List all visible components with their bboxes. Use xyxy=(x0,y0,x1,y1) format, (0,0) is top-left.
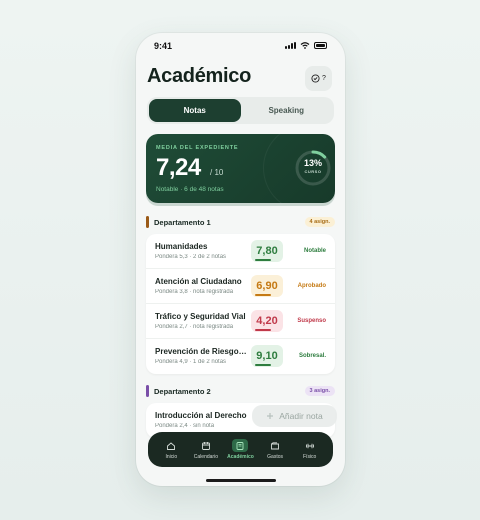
progress-label: CURSO xyxy=(304,169,322,174)
subject-name: Tráfico y Seguridad Vial xyxy=(155,312,246,321)
status-time: 9:41 xyxy=(154,41,173,51)
tab-gastos[interactable]: Gastos xyxy=(258,440,292,460)
subject-detail: Pondera 2,7 · nota registrada xyxy=(155,324,234,330)
average-max: / 10 xyxy=(210,168,224,177)
status-bar: 9:41 xyxy=(136,33,345,59)
subject-detail: Pondera 3,8 · nota registrada xyxy=(155,289,234,295)
subject-row[interactable]: Humanidades Pondera 5,3 · 2 de 2 notas 7… xyxy=(146,234,335,269)
average-score: 7,24 xyxy=(156,154,201,181)
grade-underline xyxy=(255,364,271,366)
tab-label: Calendario xyxy=(193,453,218,460)
department-color-bar xyxy=(146,385,149,397)
grade-status: Suspenso xyxy=(297,318,326,324)
segmented-control: Notas Speaking xyxy=(147,97,334,124)
subject-row[interactable]: Tráfico y Seguridad Vial Pondera 2,7 · n… xyxy=(146,304,335,339)
subject-name: Atención al Ciudadano xyxy=(155,277,242,286)
subject-detail: Pondera 5,3 · 2 de 2 notas xyxy=(155,254,227,260)
average-card[interactable]: MEDIA DEL EXPEDIENTE 7,24 / 10 Notable ·… xyxy=(146,134,335,203)
department-count-badge: 4 asign. xyxy=(304,217,335,227)
subject-name: Humanidades xyxy=(155,242,208,251)
help-label: ? xyxy=(322,75,326,82)
wallet-icon xyxy=(268,440,282,452)
home-icon xyxy=(164,440,178,452)
phone-screen: 9:41 Académico ? Notas Speaking MEDIA DE… xyxy=(136,33,345,486)
tab-academico[interactable]: Académico xyxy=(223,439,257,460)
home-indicator xyxy=(206,479,276,482)
grade-status: Sobresal. xyxy=(298,353,326,359)
average-subtitle: Notable · 6 de 48 notas xyxy=(156,186,224,193)
subject-row[interactable]: Atención al Ciudadano Pondera 3,8 · nota… xyxy=(146,269,335,304)
department-header: Departamento 2 3 asign. xyxy=(146,384,335,398)
tab-inicio[interactable]: Inicio xyxy=(154,440,188,460)
tab-fisico[interactable]: Físico xyxy=(293,440,327,460)
add-grade-label: Añadir nota xyxy=(279,411,323,421)
grade-status: Notable xyxy=(303,248,326,254)
subject-name: Introducción al Derecho xyxy=(155,411,247,420)
subject-row[interactable]: Prevención de Riesgos Laborales Pondera … xyxy=(146,339,335,374)
department-header: Departamento 1 4 asign. xyxy=(146,215,335,229)
bottom-tab-bar: Inicio Calendario Académico Gastos Físic… xyxy=(148,432,333,467)
tab-notas[interactable]: Notas xyxy=(149,99,241,122)
tab-calendario[interactable]: Calendario xyxy=(189,440,223,460)
department-name: Departamento 1 xyxy=(154,217,211,227)
department-name: Departamento 2 xyxy=(154,386,211,396)
status-icons xyxy=(285,42,327,49)
tab-speaking[interactable]: Speaking xyxy=(241,99,333,122)
battery-icon xyxy=(314,42,327,49)
grade-underline xyxy=(255,294,271,296)
progress-ring xyxy=(295,150,331,186)
progress-percent: 13% xyxy=(303,158,322,168)
clock-check-icon xyxy=(311,74,320,83)
tab-label: Gastos xyxy=(267,453,283,460)
calendar-icon xyxy=(199,440,213,452)
tab-label: Académico xyxy=(227,454,254,460)
tab-label: Físico xyxy=(303,453,317,460)
page-title: Académico xyxy=(147,65,252,87)
book-icon xyxy=(232,439,249,452)
plus-icon xyxy=(267,413,274,419)
tab-label: Inicio xyxy=(165,453,178,460)
help-button[interactable]: ? xyxy=(305,66,332,91)
department-color-bar xyxy=(146,216,149,228)
grade-underline xyxy=(255,329,271,331)
subject-detail: Pondera 2,4 · sin nota xyxy=(155,423,215,429)
average-label: MEDIA DEL EXPEDIENTE xyxy=(156,145,239,151)
grade-underline xyxy=(255,259,271,261)
signal-icon xyxy=(285,42,296,49)
grade-status: Aprobado xyxy=(297,283,326,289)
subject-name: Prevención de Riesgos Laborales xyxy=(155,347,247,356)
subject-list: Humanidades Pondera 5,3 · 2 de 2 notas 7… xyxy=(146,234,335,374)
wifi-icon xyxy=(300,42,310,49)
subject-detail: Pondera 4,9 · 1 de 2 notas xyxy=(155,359,227,365)
department-count-badge: 3 asign. xyxy=(304,386,335,396)
dumbbell-icon xyxy=(303,440,317,452)
add-grade-button[interactable]: Añadir nota xyxy=(252,405,337,427)
